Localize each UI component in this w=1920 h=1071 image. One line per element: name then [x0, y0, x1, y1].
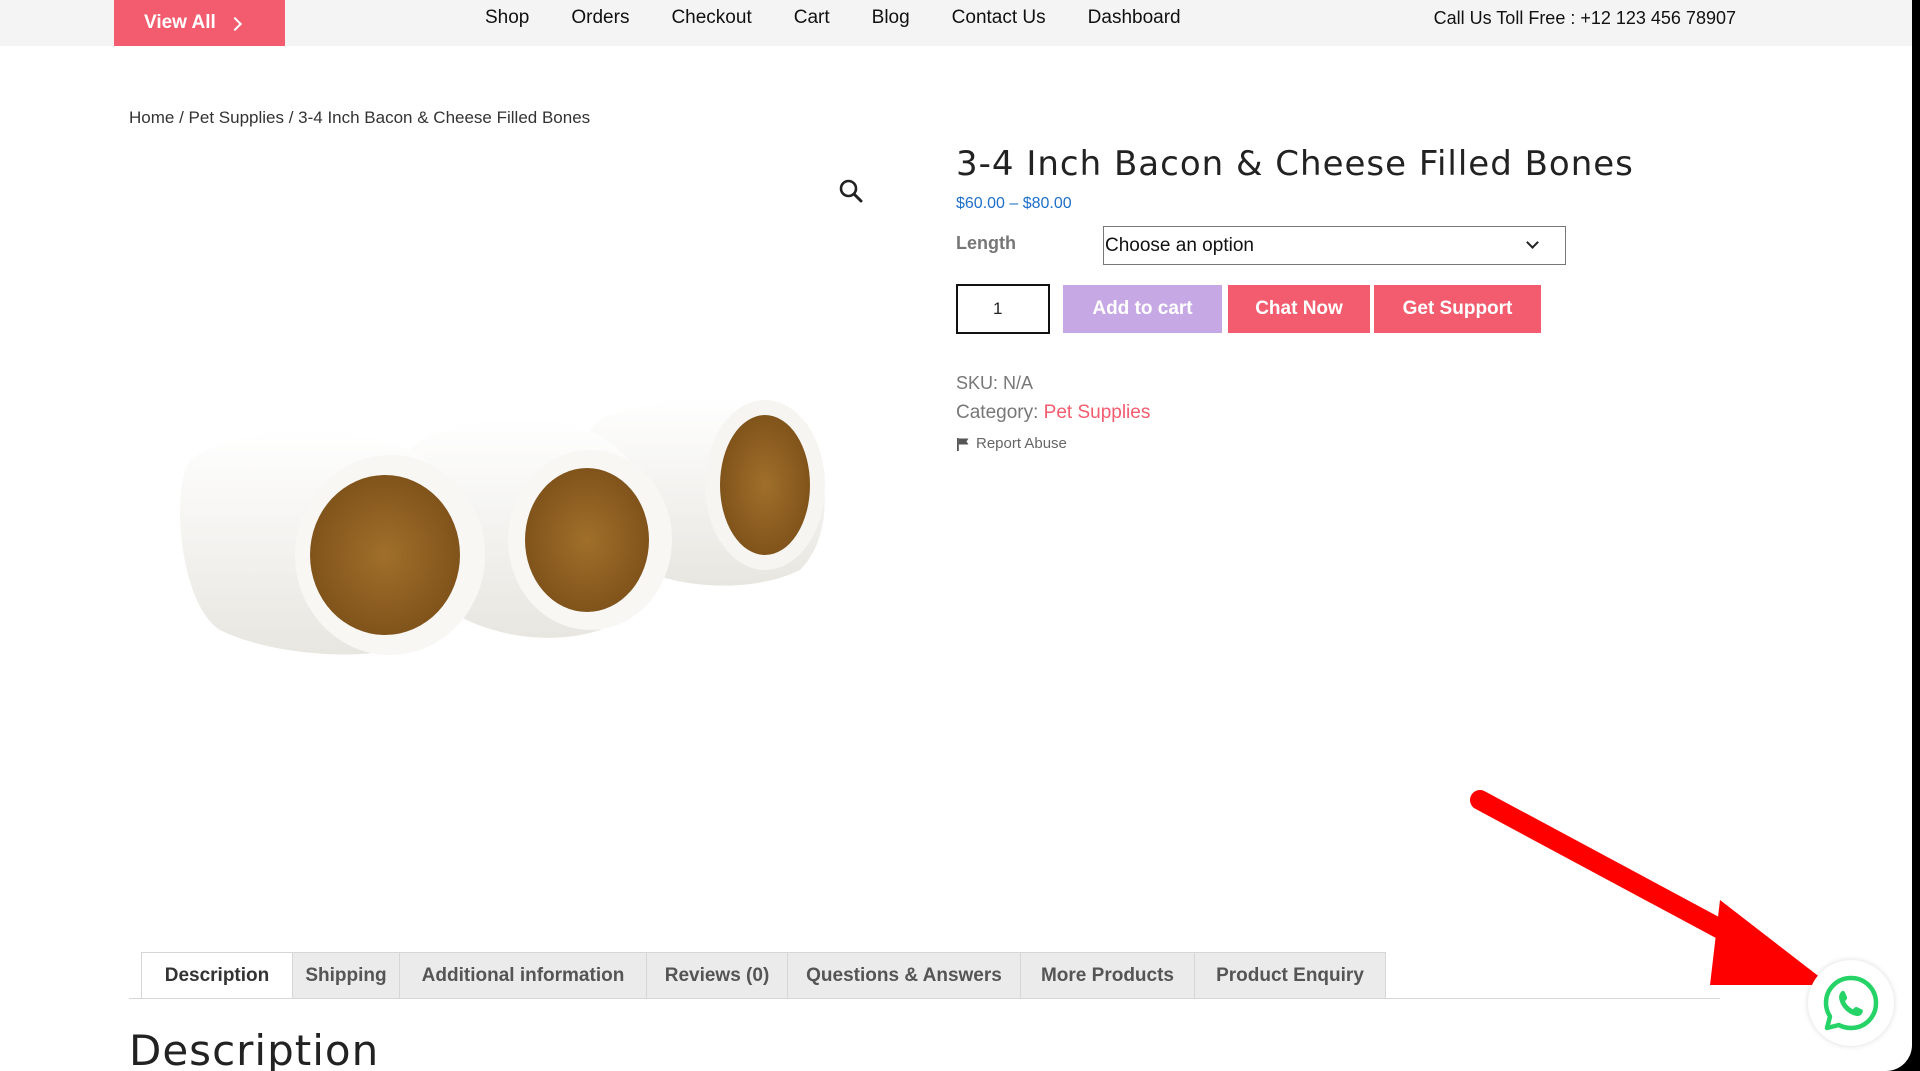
annotation-arrow: [1470, 790, 1830, 985]
get-support-button[interactable]: Get Support: [1374, 285, 1541, 333]
main-nav: Shop Orders Checkout Cart Blog Contact U…: [485, 0, 1223, 36]
whatsapp-button[interactable]: [1808, 960, 1894, 1046]
nav-shop[interactable]: Shop: [485, 7, 529, 29]
top-bar: View All Shop Orders Checkout Cart Blog …: [0, 0, 1912, 46]
breadcrumb-separator: /: [283, 108, 299, 127]
tab-additional-information[interactable]: Additional information: [399, 952, 646, 999]
breadcrumb-home[interactable]: Home: [129, 108, 174, 127]
nav-dashboard[interactable]: Dashboard: [1088, 7, 1181, 29]
whatsapp-icon: [1823, 975, 1879, 1031]
breadcrumb-current: 3-4 Inch Bacon & Cheese Filled Bones: [298, 108, 591, 127]
product-price: $60.00 – $80.00: [956, 195, 1072, 212]
chevron-down-icon: [1526, 236, 1539, 249]
tab-questions-answers[interactable]: Questions & Answers: [787, 952, 1020, 999]
nav-blog[interactable]: Blog: [872, 7, 910, 29]
tab-description[interactable]: Description: [141, 952, 292, 999]
report-abuse-label: Report Abuse: [976, 435, 1067, 452]
quantity-input[interactable]: 1: [956, 284, 1050, 334]
search-icon[interactable]: [838, 178, 864, 204]
tab-shipping[interactable]: Shipping: [292, 952, 399, 999]
tab-product-enquiry[interactable]: Product Enquiry: [1194, 952, 1386, 999]
product-title: 3-4 Inch Bacon & Cheese Filled Bones: [956, 144, 1634, 184]
view-all-label: View All: [144, 12, 216, 33]
chevron-right-icon: [227, 16, 242, 31]
report-abuse-link[interactable]: Report Abuse: [956, 435, 1067, 452]
breadcrumb-separator: /: [174, 108, 189, 127]
page: View All Shop Orders Checkout Cart Blog …: [0, 0, 1912, 1071]
toll-free-text: Call Us Toll Free : +12 123 456 78907: [1433, 8, 1736, 28]
tab-reviews[interactable]: Reviews (0): [646, 952, 787, 999]
nav-orders[interactable]: Orders: [571, 7, 629, 29]
breadcrumb: Home / Pet Supplies / 3-4 Inch Bacon & C…: [129, 108, 590, 128]
length-select[interactable]: Choose an option: [1103, 226, 1566, 265]
category-label: Category:: [956, 402, 1044, 423]
description-heading: Description: [129, 1026, 380, 1071]
breadcrumb-category[interactable]: Pet Supplies: [189, 108, 284, 127]
category-text: Category: Pet Supplies: [956, 402, 1150, 424]
flag-icon: [957, 437, 969, 451]
length-label: Length: [956, 233, 1016, 253]
length-select-value: Choose an option: [1105, 234, 1254, 256]
chat-now-button[interactable]: Chat Now: [1228, 285, 1370, 333]
nav-checkout[interactable]: Checkout: [671, 7, 751, 29]
product-image: [180, 397, 825, 655]
category-link[interactable]: Pet Supplies: [1044, 402, 1151, 423]
product-tabs: Description Shipping Additional informat…: [141, 952, 1386, 999]
nav-cart[interactable]: Cart: [794, 7, 830, 29]
tab-more-products[interactable]: More Products: [1020, 952, 1194, 999]
sku-text: SKU: N/A: [956, 373, 1034, 393]
nav-contact-us[interactable]: Contact Us: [952, 7, 1046, 29]
view-all-button[interactable]: View All: [114, 0, 285, 46]
add-to-cart-button[interactable]: Add to cart: [1063, 285, 1222, 333]
